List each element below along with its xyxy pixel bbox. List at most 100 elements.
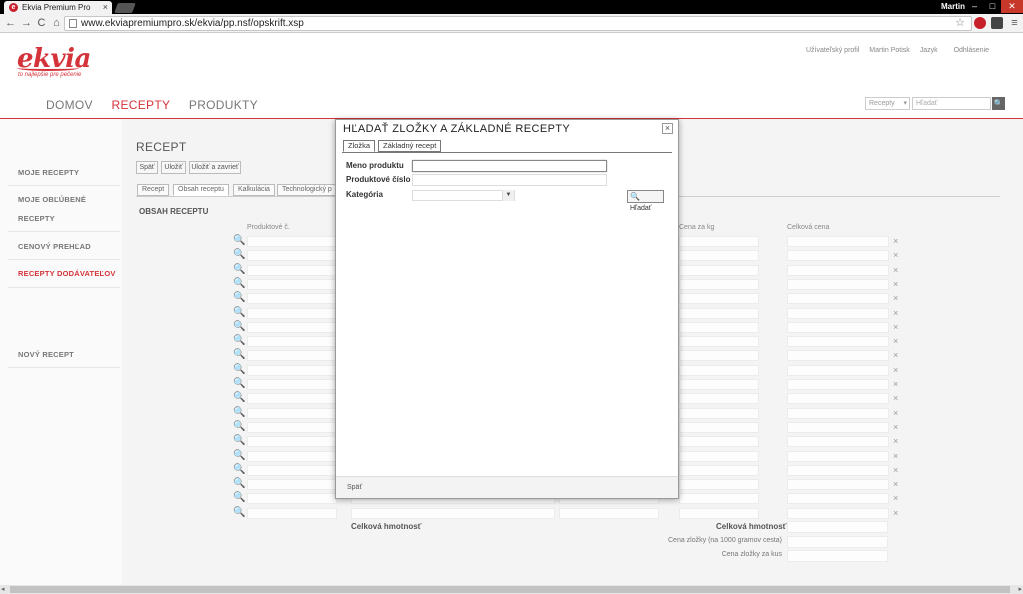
search-icon[interactable]: 🔍 bbox=[233, 292, 245, 304]
user-profile-link[interactable]: Užívateľský profil bbox=[806, 47, 859, 54]
row-cell[interactable] bbox=[247, 508, 337, 519]
home-icon[interactable]: ⌂ bbox=[50, 16, 63, 30]
category-select[interactable]: ▼ bbox=[412, 190, 515, 201]
remove-row-icon[interactable]: × bbox=[893, 335, 898, 347]
star-icon[interactable]: ☆ bbox=[955, 17, 965, 30]
tab-close-icon[interactable]: × bbox=[103, 1, 108, 14]
remove-row-icon[interactable]: × bbox=[893, 492, 898, 504]
sidebar-item-my-recipes[interactable]: MOJE RECEPTY bbox=[18, 163, 79, 182]
search-icon[interactable]: 🔍 bbox=[233, 235, 245, 247]
row-cell[interactable] bbox=[247, 436, 337, 447]
row-cell[interactable] bbox=[247, 322, 337, 333]
search-icon[interactable]: 🔍 bbox=[233, 264, 245, 276]
row-cell[interactable] bbox=[247, 422, 337, 433]
nav-recipes[interactable]: RECEPTY bbox=[111, 98, 170, 112]
remove-row-icon[interactable]: × bbox=[893, 378, 898, 390]
nav-home[interactable]: DOMOV bbox=[46, 98, 93, 112]
tab-technological[interactable]: Technologický p bbox=[277, 184, 337, 196]
remove-row-icon[interactable]: × bbox=[893, 349, 898, 361]
search-icon[interactable]: 🔍 bbox=[233, 507, 245, 519]
search-icon[interactable]: 🔍 bbox=[233, 349, 245, 361]
row-cell[interactable] bbox=[679, 350, 759, 361]
row-cell[interactable] bbox=[247, 308, 337, 319]
product-number-input[interactable] bbox=[412, 174, 607, 186]
sidebar-item-favorites[interactable]: MOJE OBĽÚBENÉ bbox=[18, 190, 86, 209]
search-icon[interactable]: 🔍 bbox=[233, 335, 245, 347]
language-link[interactable]: Jazyk bbox=[920, 47, 938, 54]
scroll-right-icon[interactable]: ▸ bbox=[1018, 585, 1022, 594]
remove-row-icon[interactable]: × bbox=[893, 478, 898, 490]
window-close-icon[interactable]: ✕ bbox=[1001, 0, 1023, 13]
logout-link[interactable]: Odhlásenie bbox=[954, 47, 989, 54]
row-cell[interactable] bbox=[679, 293, 759, 304]
row-cell[interactable] bbox=[247, 465, 337, 476]
row-cell[interactable] bbox=[247, 265, 337, 276]
row-cell[interactable] bbox=[247, 408, 337, 419]
search-icon[interactable]: 🔍 bbox=[233, 278, 245, 290]
row-cell[interactable] bbox=[787, 293, 889, 304]
tab-base-recipe[interactable]: Základný recept bbox=[378, 140, 442, 152]
row-cell[interactable] bbox=[787, 479, 889, 490]
row-cell[interactable] bbox=[247, 250, 337, 261]
scroll-thumb[interactable] bbox=[10, 586, 1010, 593]
remove-row-icon[interactable]: × bbox=[893, 392, 898, 404]
tab-ingredient[interactable]: Zložka bbox=[343, 140, 376, 152]
search-icon[interactable]: 🔍 bbox=[233, 364, 245, 376]
row-cell[interactable] bbox=[787, 279, 889, 290]
row-cell[interactable] bbox=[247, 350, 337, 361]
row-cell[interactable] bbox=[679, 322, 759, 333]
remove-row-icon[interactable]: × bbox=[893, 421, 898, 433]
row-cell[interactable] bbox=[679, 236, 759, 247]
address-bar[interactable]: www.ekviapremiumpro.sk/ekvia/pp.nsf/opsk… bbox=[64, 16, 972, 31]
search-button[interactable]: 🔍 bbox=[992, 97, 1005, 110]
search-icon[interactable]: 🔍 bbox=[233, 307, 245, 319]
remove-row-icon[interactable]: × bbox=[893, 321, 898, 333]
sidebar-item-new-recipe[interactable]: NOVÝ RECEPT bbox=[18, 345, 74, 364]
tab-recipe[interactable]: Recept bbox=[137, 184, 170, 196]
save-close-button[interactable]: Uložiť a zavrieť bbox=[189, 161, 241, 174]
row-cell[interactable] bbox=[679, 508, 759, 519]
back-icon[interactable]: ← bbox=[4, 16, 17, 30]
row-cell[interactable] bbox=[247, 336, 337, 347]
search-icon[interactable]: 🔍 bbox=[233, 435, 245, 447]
row-cell[interactable] bbox=[679, 436, 759, 447]
row-cell[interactable] bbox=[351, 508, 555, 519]
remove-row-icon[interactable]: × bbox=[893, 292, 898, 304]
dialog-close-icon[interactable]: × bbox=[662, 123, 673, 134]
row-cell[interactable] bbox=[787, 265, 889, 276]
row-cell[interactable] bbox=[787, 465, 889, 476]
tab-recipe-content[interactable]: Obsah receptu bbox=[173, 184, 229, 196]
remove-row-icon[interactable]: × bbox=[893, 235, 898, 247]
row-cell[interactable] bbox=[787, 393, 889, 404]
row-cell[interactable] bbox=[787, 436, 889, 447]
tab-calculation[interactable]: Kalkulácia bbox=[233, 184, 275, 196]
remove-row-icon[interactable]: × bbox=[893, 407, 898, 419]
dialog-search-button[interactable]: 🔍 Hľadať bbox=[627, 190, 664, 212]
sidebar-item-price-overview[interactable]: CENOVÝ PREHĽAD bbox=[18, 237, 91, 256]
row-cell[interactable] bbox=[787, 422, 889, 433]
nav-products[interactable]: PRODUKTY bbox=[189, 98, 258, 112]
row-cell[interactable] bbox=[787, 236, 889, 247]
row-cell[interactable] bbox=[787, 350, 889, 361]
row-cell[interactable] bbox=[679, 493, 759, 504]
row-cell[interactable] bbox=[787, 250, 889, 261]
row-cell[interactable] bbox=[679, 393, 759, 404]
search-icon[interactable]: 🔍 bbox=[233, 249, 245, 261]
row-cell[interactable] bbox=[787, 493, 889, 504]
row-cell[interactable] bbox=[679, 379, 759, 390]
row-cell[interactable] bbox=[247, 279, 337, 290]
row-cell[interactable] bbox=[559, 508, 659, 519]
search-icon[interactable]: 🔍 bbox=[233, 378, 245, 390]
remove-row-icon[interactable]: × bbox=[893, 507, 898, 519]
extension-icon[interactable] bbox=[974, 17, 986, 29]
scroll-left-icon[interactable]: ◂ bbox=[1, 585, 5, 594]
row-cell[interactable] bbox=[679, 336, 759, 347]
row-cell[interactable] bbox=[247, 479, 337, 490]
search-icon[interactable]: 🔍 bbox=[233, 464, 245, 476]
browser-user[interactable]: Martin bbox=[941, 1, 965, 13]
user-name-link[interactable]: Martin Potisk bbox=[869, 47, 909, 54]
remove-row-icon[interactable]: × bbox=[893, 435, 898, 447]
row-cell[interactable] bbox=[787, 508, 889, 519]
extension-icon[interactable] bbox=[991, 17, 1003, 29]
remove-row-icon[interactable]: × bbox=[893, 450, 898, 462]
